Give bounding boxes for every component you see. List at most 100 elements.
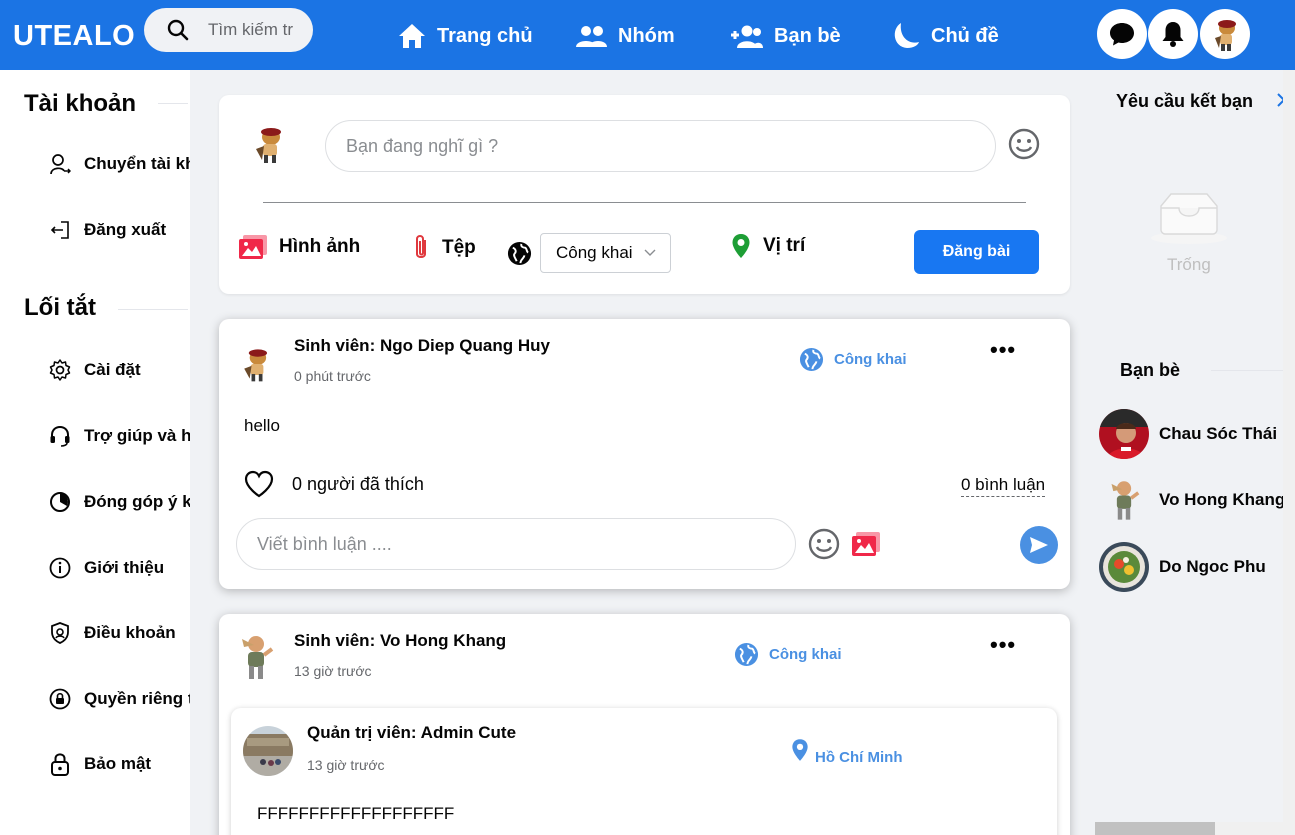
divider [158, 103, 188, 104]
avatar[interactable] [234, 629, 278, 685]
shared-post-author[interactable]: Quản trị viên: Admin Cute [307, 723, 516, 743]
sidebar-item-label: Cài đặt [84, 360, 141, 379]
shared-post-location-label: Hồ Chí Minh [815, 749, 903, 766]
nav-groups[interactable]: Nhóm [575, 20, 675, 52]
friend-name: Do Ngoc Phu [1159, 557, 1266, 576]
heart-icon[interactable] [243, 469, 275, 499]
sidebar-item-help[interactable]: Trợ giúp và hỗ trợ [48, 424, 190, 448]
nav-friends-label: Bạn bè [774, 24, 841, 47]
friends-title: Bạn bè [1120, 360, 1181, 380]
comment-input[interactable]: Viết bình luận .... [236, 518, 796, 570]
sidebar-item-settings[interactable]: Cài đặt [48, 358, 190, 382]
info-icon [48, 556, 72, 580]
nav-home[interactable]: Trang chủ [397, 20, 533, 52]
add-location-label: Vị trí [763, 235, 806, 256]
sidebar-item-label: Chuyển tài khoản [84, 154, 190, 173]
divider [1211, 370, 1283, 371]
post-author[interactable]: Sinh viên: Ngo Diep Quang Huy [294, 336, 550, 356]
post-card: Sinh viên: Vo Hong Khang 13 giờ trước Cô… [219, 614, 1070, 835]
friend-item[interactable]: Chau Sóc Thái [1099, 409, 1283, 459]
sidebar-item-terms[interactable]: Điều khoản [48, 621, 190, 645]
gear-icon [48, 358, 72, 382]
friend-item[interactable]: Do Ngoc Phu [1099, 542, 1283, 592]
sidebar-item-feedback[interactable]: Đóng góp ý kiến [48, 490, 190, 514]
sidebar-item-switch-account[interactable]: Chuyển tài khoản [48, 152, 190, 176]
add-friend-icon [731, 25, 763, 48]
sidebar-item-security[interactable]: Bảo mật [48, 752, 190, 776]
sidebar-item-label: Điều khoản [84, 623, 176, 642]
post-button[interactable]: Đăng bài [914, 230, 1039, 274]
shared-post: Quản trị viên: Admin Cute 13 giờ trước H… [231, 708, 1057, 835]
shared-post-time: 13 giờ trước [307, 757, 385, 773]
friend-name: Vo Hong Khang [1159, 490, 1283, 509]
globe-icon [507, 241, 532, 266]
friend-name: Chau Sóc Thái [1159, 424, 1278, 443]
right-sidebar: Yêu cầu kết bạn Trống Bạn bè Chau Sóc Th… [1083, 70, 1286, 835]
sidebar-item-about[interactable]: Giới thiệu [48, 556, 190, 580]
group-icon [576, 26, 607, 47]
left-sidebar: Tài khoản Chuyển tài khoản Đăng xuất Lối… [0, 70, 190, 835]
sidebar-item-privacy[interactable]: Quyền riêng tư [48, 687, 190, 711]
post-more-button[interactable]: ••• [990, 339, 1016, 361]
top-header: UTEALO Trang chủ Nhóm Bạn bè Chủ đề [0, 0, 1295, 70]
post-author[interactable]: Sinh viên: Vo Hong Khang [294, 631, 506, 651]
attach-file-button[interactable]: Tệp [412, 233, 476, 263]
post-visibility-label: Công khai [834, 351, 907, 368]
switch-account-icon [48, 152, 72, 176]
messenger-button[interactable] [1097, 9, 1147, 59]
comments-link[interactable]: 0 bình luận [961, 475, 1046, 497]
nav-groups-label: Nhóm [618, 24, 675, 47]
profile-avatar[interactable] [1200, 9, 1250, 59]
emoji-icon[interactable] [808, 528, 840, 560]
sidebar-item-label: Giới thiệu [84, 558, 165, 577]
sidebar-item-logout[interactable]: Đăng xuất [48, 218, 190, 242]
paperclip-icon [416, 235, 426, 258]
composer-divider [263, 202, 1026, 203]
notifications-button[interactable] [1148, 9, 1198, 59]
post-more-button[interactable]: ••• [990, 634, 1016, 656]
location-pin-icon [792, 738, 808, 761]
avatar-photo-icon [1099, 409, 1149, 459]
scrollbar-thumb[interactable] [1095, 822, 1215, 835]
send-comment-button[interactable] [1020, 526, 1058, 564]
search-input[interactable] [208, 20, 308, 40]
avatar [1099, 409, 1149, 459]
friend-item[interactable]: Vo Hong Khang [1099, 475, 1283, 525]
avatar-character-icon [256, 128, 281, 163]
app-logo[interactable]: UTEALO [13, 20, 135, 53]
like-row: 0 người đã thích [243, 469, 424, 499]
shared-post-location: Hồ Chí Minh [791, 733, 902, 766]
privacy-select[interactable]: Công khai [540, 233, 671, 273]
post-card: Sinh viên: Ngo Diep Quang Huy 0 phút trư… [219, 319, 1070, 589]
add-location-button[interactable]: Vị trí [731, 233, 805, 259]
headset-icon [48, 424, 72, 448]
avatar[interactable] [247, 121, 293, 167]
like-count: 0 người đã thích [292, 473, 424, 494]
send-icon [1030, 537, 1048, 553]
empty-requests-text: Trống [1167, 255, 1211, 274]
logout-icon [48, 218, 72, 242]
privacy-lock-icon [48, 687, 72, 711]
nav-friends[interactable]: Bạn bè [728, 20, 841, 52]
page-scrollbar[interactable] [1283, 70, 1295, 835]
search-icon [167, 19, 189, 41]
photo-icon[interactable] [850, 530, 882, 558]
emoji-icon[interactable] [1008, 128, 1040, 160]
location-pin-icon [732, 234, 750, 258]
sidebar-item-label: Trợ giúp và hỗ trợ [84, 426, 190, 445]
add-image-button[interactable]: Hình ảnh [237, 233, 360, 261]
privacy-select-value: Công khai [556, 243, 633, 262]
globe-icon [799, 347, 824, 372]
shortcuts-heading: Lối tắt [24, 294, 96, 321]
nav-theme[interactable]: Chủ đề [889, 20, 999, 52]
avatar [1099, 542, 1149, 592]
globe-icon [734, 642, 759, 667]
avatar[interactable] [236, 343, 278, 385]
search-box[interactable] [144, 8, 313, 52]
chevron-down-icon [644, 249, 656, 256]
avatar[interactable] [243, 726, 293, 776]
shared-post-content: FFFFFFFFFFFFFFFFFFF [257, 804, 455, 823]
sidebar-item-label: Bảo mật [84, 754, 152, 773]
post-content: hello [244, 416, 280, 435]
composer-input[interactable]: Bạn đang nghĩ gì ? [325, 120, 996, 172]
